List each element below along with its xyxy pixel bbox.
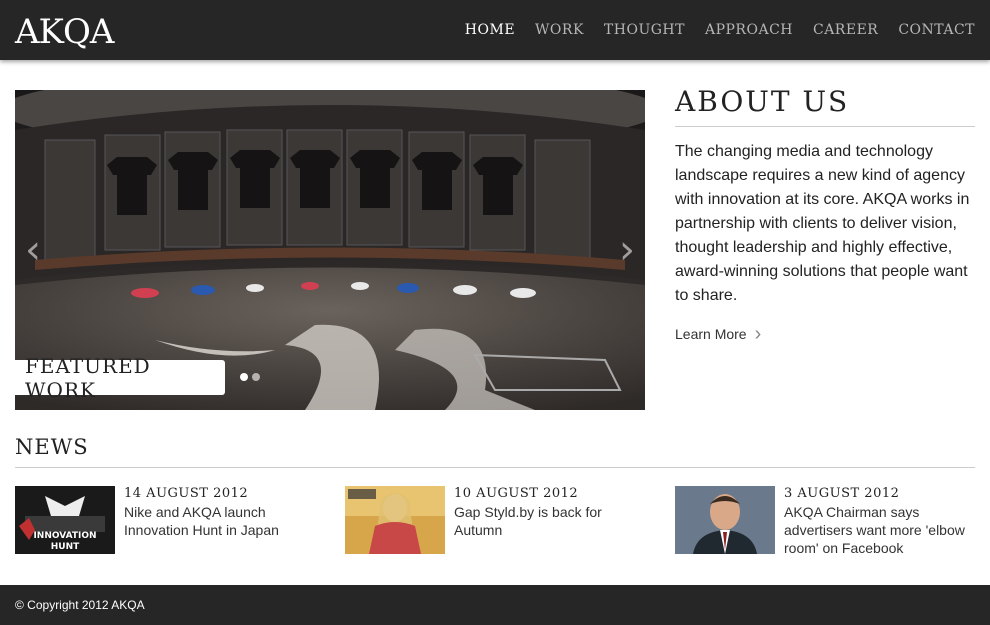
- news-headline[interactable]: Gap Styld.by is back for Autumn: [454, 503, 639, 539]
- news-headline[interactable]: Nike and AKQA launch Innovation Hunt in …: [124, 503, 309, 539]
- news-item[interactable]: 10 AUGUST 2012 Gap Styld.by is back for …: [345, 486, 645, 556]
- footer: © Copyright 2012 AKQA: [0, 585, 990, 625]
- learn-more-label: Learn More: [675, 326, 747, 342]
- nav-career[interactable]: CAREER: [813, 22, 878, 38]
- featured-slider[interactable]: ‹ › FEATURED WORK: [15, 90, 645, 410]
- slider-prev-icon[interactable]: ‹: [25, 230, 41, 270]
- news-headline[interactable]: AKQA Chairman says advertisers want more…: [784, 503, 969, 557]
- akqa-logo[interactable]: AKQA: [15, 12, 114, 52]
- nav-work[interactable]: WORK: [535, 22, 584, 38]
- slider-dot-1[interactable]: [240, 373, 248, 381]
- news-thumbnail-chairman: [675, 486, 775, 554]
- news-thumbnail-styld-by: [345, 486, 445, 554]
- news-thumbnail-innovation-hunt: INNOVATION HUNT: [15, 486, 115, 554]
- slider-pagination: [240, 373, 260, 381]
- about-body: The changing media and technology landsc…: [675, 143, 970, 304]
- chevron-right-icon: ›: [754, 323, 762, 345]
- featured-work-label[interactable]: FEATURED WORK: [15, 354, 225, 402]
- slider-dot-2[interactable]: [252, 373, 260, 381]
- about-section: ABOUT US The changing media and technolo…: [675, 85, 975, 344]
- news-date: 3 AUGUST 2012: [784, 486, 900, 501]
- news-date: 10 AUGUST 2012: [454, 486, 579, 501]
- svg-text:HUNT: HUNT: [51, 542, 80, 552]
- news-item[interactable]: 3 AUGUST 2012 AKQA Chairman says adverti…: [675, 486, 975, 556]
- nav-approach[interactable]: APPROACH: [705, 22, 793, 38]
- news-date: 14 AUGUST 2012: [124, 486, 249, 501]
- nav-thought[interactable]: THOUGHT: [604, 22, 685, 38]
- about-title: ABOUT US: [675, 85, 975, 127]
- top-nav-bar: AKQA HOME WORK THOUGHT APPROACH CAREER C…: [0, 0, 990, 60]
- copyright-text: © Copyright 2012 AKQA: [15, 598, 145, 612]
- slider-next-icon[interactable]: ›: [619, 230, 635, 270]
- main-nav: HOME WORK THOUGHT APPROACH CAREER CONTAC…: [445, 0, 975, 60]
- svg-text:INNOVATION: INNOVATION: [33, 531, 96, 541]
- nav-contact[interactable]: CONTACT: [898, 22, 975, 38]
- news-title: NEWS: [15, 435, 975, 468]
- learn-more-link[interactable]: Learn More ›: [675, 323, 762, 345]
- nav-home[interactable]: HOME: [465, 22, 515, 38]
- news-item[interactable]: INNOVATION HUNT 14 AUGUST 2012 Nike and …: [15, 486, 315, 556]
